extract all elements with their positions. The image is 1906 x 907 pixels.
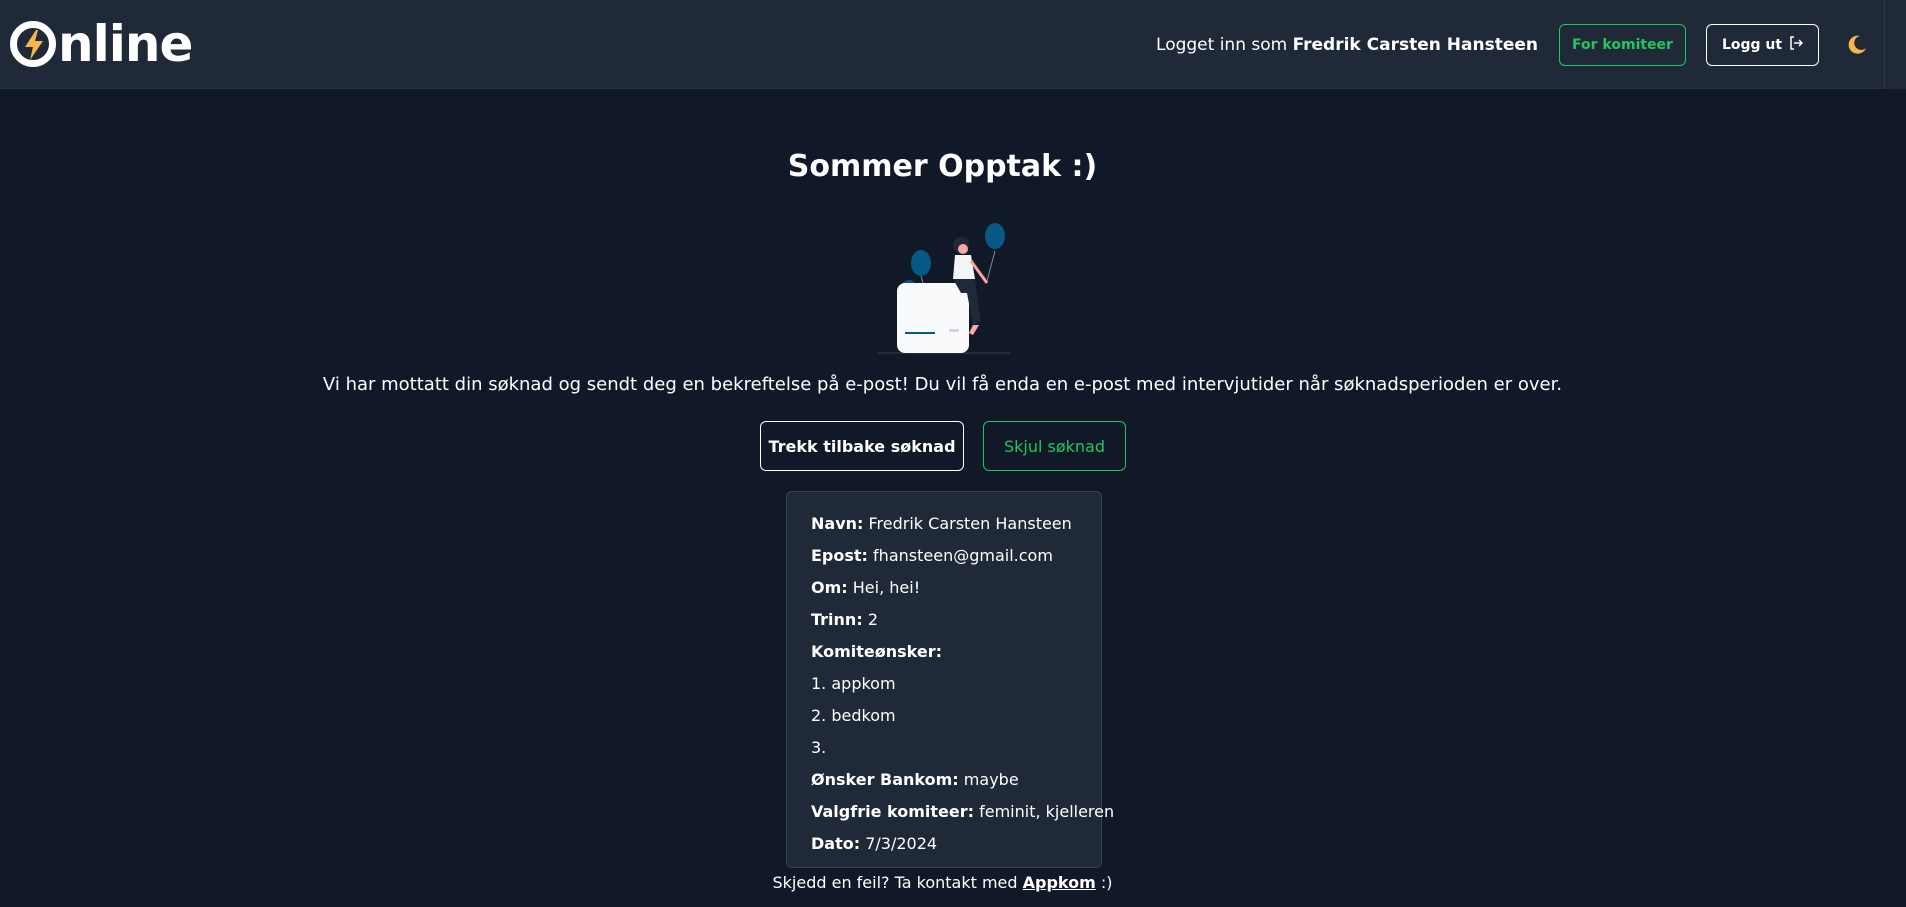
grade-value: 2 [867,610,878,629]
bankom-value: maybe [963,770,1019,789]
committee-wish-item: 3. [811,738,827,757]
email-label: Epost: [811,546,868,565]
online-logo[interactable]: nline [10,14,193,74]
main-content: Sommer Opptak :) Vi har mottatt din søkn… [0,89,1906,907]
optional-label: Valgfrie komiteer: [811,802,974,821]
logout-button[interactable]: Logg ut [1706,23,1819,66]
email-value: fhansteen@gmail.com [873,546,1053,565]
bankom-label: Ønsker Bankom: [811,770,959,789]
logout-label: Logg ut [1721,36,1783,53]
footer-suffix: :) [1095,873,1113,892]
logged-in-prefix: Logget inn som [1156,34,1293,55]
scrollbar[interactable] [1884,0,1906,89]
logo-text: nline [58,15,193,73]
date-label: Dato: [811,834,861,853]
confirmation-message: Vi har mottatt din søknad og sendt deg e… [322,374,1563,395]
lightning-bolt-icon [10,21,56,67]
logout-arrow-icon [1789,35,1804,54]
application-name-row: Navn: Fredrik Carsten Hansteen [811,508,1077,540]
application-date-row: Dato: 7/3/2024 [811,828,1077,860]
application-actions: Trekk tilbake søknad Skjul søknad [760,421,1126,471]
error-contact-note: Skjedd en feil? Ta kontakt med Appkom :) [0,873,1885,892]
footer-prefix: Skjedd en feil? Ta kontakt med [772,873,1023,892]
hide-application-button[interactable]: Skjul søknad [983,421,1126,471]
header-actions: Logget inn som Fredrik Carsten Hansteen … [1156,0,1906,89]
application-about-row: Om: Hei, hei! [811,572,1077,604]
withdraw-application-button[interactable]: Trekk tilbake søknad [760,421,964,471]
name-label: Navn: [811,514,864,533]
date-value: 7/3/2024 [865,834,938,853]
top-navbar: nline Logget inn som Fredrik Carsten Han… [0,0,1906,89]
name-value: Fredrik Carsten Hansteen [868,514,1072,533]
application-optional-row: Valgfrie komiteer: feminit, kjelleren [811,796,1114,828]
application-email-row: Epost: fhansteen@gmail.com [811,540,1077,572]
page-title: Sommer Opptak :) [787,149,1098,184]
logged-in-user-name: Fredrik Carsten Hansteen [1292,34,1538,55]
for-committees-button[interactable]: For komiteer [1559,23,1686,66]
committee-wish-item: 1. appkom [811,674,896,693]
application-grade-row: Trinn: 2 [811,604,1077,636]
application-summary-card: Navn: Fredrik Carsten Hansteen Epost: fh… [786,491,1114,868]
grade-label: Trinn: [811,610,863,629]
optional-value: feminit, kjelleren [979,802,1115,821]
moon-icon[interactable] [1844,32,1870,58]
committee-wish-item: 2. bedkom [811,706,896,725]
appkom-contact-link[interactable]: Appkom [1023,873,1096,892]
about-value: Hei, hei! [852,578,921,597]
wishes-label: Komiteønsker: [811,642,943,661]
committee-wishes-heading: Komiteønsker: [811,636,1077,668]
logged-in-status: Logget inn som Fredrik Carsten Hansteen [1156,35,1538,55]
application-bankom-row: Ønsker Bankom: maybe [811,764,1077,796]
about-label: Om: [811,578,848,597]
celebration-illustration [877,223,1011,354]
